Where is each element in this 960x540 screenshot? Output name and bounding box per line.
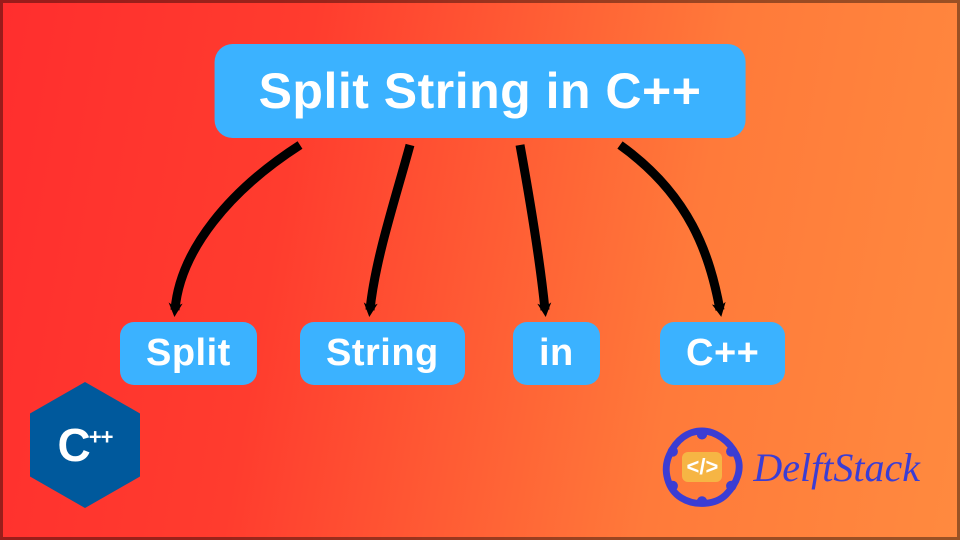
- token-box-string: String: [300, 322, 465, 385]
- delftstack-icon: </>: [659, 424, 745, 510]
- token-label: in: [539, 332, 574, 374]
- cpp-logo-hex: C++: [30, 382, 140, 508]
- token-box-in: in: [513, 322, 600, 385]
- delftstack-code-icon: </>: [682, 452, 722, 482]
- token-label: C++: [686, 332, 759, 374]
- token-label: String: [326, 332, 439, 374]
- delftstack-logo: </> DelftStack: [659, 424, 920, 510]
- title-text: Split String in C++: [259, 63, 702, 119]
- delftstack-label: DelftStack: [753, 444, 920, 491]
- token-label: Split: [146, 332, 231, 374]
- token-box-split: Split: [120, 322, 257, 385]
- token-box-cpp: C++: [660, 322, 785, 385]
- title-box: Split String in C++: [215, 44, 746, 138]
- cpp-logo: C++: [30, 382, 150, 512]
- cpp-logo-text: C++: [58, 418, 113, 472]
